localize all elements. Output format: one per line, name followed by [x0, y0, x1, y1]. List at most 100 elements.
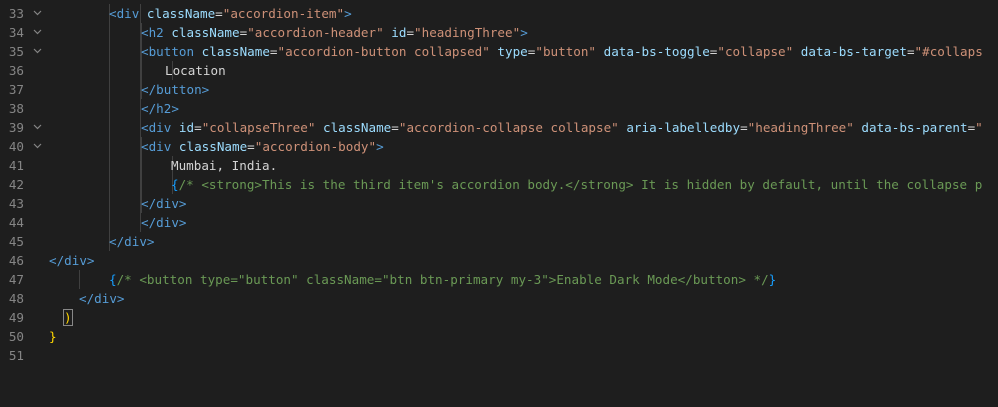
token: =	[740, 120, 748, 135]
token: <button	[141, 44, 202, 59]
code-text: {/* <button type="button" className="btn…	[109, 270, 776, 289]
code-line[interactable]: 35 <button className="accordion-button co…	[0, 42, 998, 61]
token: data-bs-toggle	[603, 44, 710, 59]
line-number: 33	[8, 6, 24, 21]
indent-guide	[109, 137, 110, 156]
code-line[interactable]: 37 </button>	[0, 80, 998, 99]
indent-guide	[141, 175, 142, 194]
code-line[interactable]: 39 <div id="collapseThree" className="acc…	[0, 118, 998, 137]
token: =	[391, 120, 399, 135]
token: =	[215, 6, 223, 21]
token: className	[323, 120, 392, 135]
code-text: )	[63, 308, 73, 327]
code-line[interactable]: 46 </div>	[0, 251, 998, 270]
code-line[interactable]: 50}	[0, 327, 998, 346]
token: "accordion-header"	[247, 25, 384, 40]
token: </h2>	[141, 101, 179, 116]
token: </div>	[49, 253, 95, 268]
line-number: 42	[8, 177, 24, 192]
token: <div	[141, 120, 179, 135]
code-line[interactable]: 51	[0, 346, 998, 365]
code-line[interactable]: 36 Location	[0, 61, 998, 80]
indent-guide	[109, 118, 110, 137]
token: </button>	[141, 82, 210, 97]
indent-guide	[109, 175, 110, 194]
line-number: 41	[8, 158, 24, 173]
code-line[interactable]: 40 <div className="accordion-body">	[0, 137, 998, 156]
chevron-down-icon[interactable]	[33, 42, 43, 61]
token: }	[49, 329, 57, 344]
chevron-down-icon[interactable]	[33, 118, 43, 137]
token: "collapse"	[717, 44, 794, 59]
line-number: 46	[8, 253, 24, 268]
code-text: </div>	[109, 232, 155, 251]
token: {	[171, 177, 179, 192]
code-line[interactable]: 33 <div className="accordion-item">	[0, 4, 998, 23]
code-editor[interactable]: 33 <div className="accordion-item"> 34 <h2 …	[0, 0, 998, 407]
code-text: {/* <strong>This is the third item's acc…	[171, 175, 982, 194]
indent-guide	[109, 42, 110, 61]
token: id	[391, 25, 407, 40]
code-line[interactable]: 49)	[0, 308, 998, 327]
line-number: 38	[8, 101, 24, 116]
token: =	[247, 139, 255, 154]
line-number: 47	[8, 272, 24, 287]
code-line[interactable]: 43 </div>	[0, 194, 998, 213]
code-text: Location	[165, 61, 226, 80]
token: aria-labelledby	[626, 120, 741, 135]
code-line[interactable]: 48 </div>	[0, 289, 998, 308]
indent-guide	[141, 156, 142, 175]
token: {	[109, 272, 117, 287]
token: "button"	[535, 44, 597, 59]
line-number: 39	[8, 120, 24, 135]
token: </div>	[109, 234, 155, 249]
line-number: 37	[8, 82, 24, 97]
line-number: 36	[8, 63, 24, 78]
indent-guide	[109, 80, 110, 99]
token: =	[194, 120, 202, 135]
code-line[interactable]: 44 </div>	[0, 213, 998, 232]
token: <div	[109, 6, 147, 21]
token: type	[497, 44, 528, 59]
code-line[interactable]: 42 {/* <strong>This is the third item's a…	[0, 175, 998, 194]
chevron-down-icon[interactable]	[33, 23, 43, 42]
token: =	[906, 44, 915, 59]
code-text: </div>	[79, 289, 125, 308]
token: /* <strong>This is the third item's acco…	[178, 177, 983, 192]
token: Mumbai, India.	[171, 158, 278, 173]
token: )	[63, 309, 73, 326]
code-line[interactable]: 45 </div>	[0, 232, 998, 251]
token: =	[406, 25, 415, 40]
token: data-bs-target	[800, 44, 907, 59]
line-number: 51	[8, 348, 24, 363]
indent-guide	[109, 61, 110, 80]
token: >	[344, 6, 352, 21]
token: "accordion-button collapsed"	[277, 44, 490, 59]
indent-guide	[79, 270, 80, 289]
code-line[interactable]: 47 {/* <button type="button" className="b…	[0, 270, 998, 289]
code-text: <div className="accordion-item">	[109, 4, 352, 23]
indent-guide	[109, 213, 110, 232]
code-line[interactable]: 34 <h2 className="accordion-header" id="h…	[0, 23, 998, 42]
token: >	[520, 25, 528, 40]
token: className	[171, 25, 240, 40]
line-number: 35	[8, 44, 24, 59]
token: "headingThree"	[414, 25, 521, 40]
code-text: Mumbai, India.	[171, 156, 277, 175]
token: "accordion-collapse collapse"	[398, 120, 619, 135]
token: className	[178, 139, 248, 154]
token: data-bs-parent	[861, 120, 968, 135]
code-text: </div>	[49, 251, 95, 270]
token: <div	[141, 139, 179, 154]
token: "	[975, 120, 983, 135]
token: </div>	[79, 291, 125, 306]
indent-guide	[141, 61, 142, 80]
code-text: </div>	[141, 194, 187, 213]
chevron-down-icon[interactable]	[33, 4, 43, 23]
chevron-down-icon[interactable]	[33, 137, 43, 156]
code-text: <button className="accordion-button coll…	[141, 42, 983, 61]
code-line[interactable]: 38 </h2>	[0, 99, 998, 118]
code-line[interactable]: 41 Mumbai, India.	[0, 156, 998, 175]
token: "headingThree"	[747, 120, 854, 135]
